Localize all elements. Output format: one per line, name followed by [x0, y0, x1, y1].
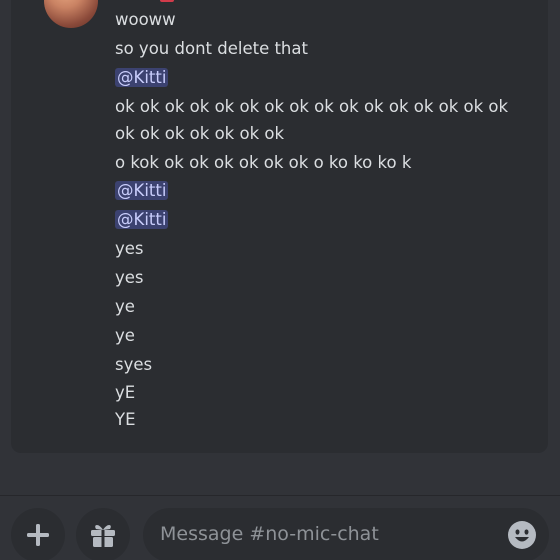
message-line: YE	[115, 409, 136, 431]
message-line: syes	[115, 354, 152, 376]
gift-button[interactable]	[76, 508, 130, 560]
message-line: yes	[115, 238, 144, 260]
gift-icon	[91, 525, 115, 547]
plus-icon	[27, 524, 49, 546]
message-group	[11, 0, 548, 453]
add-attachment-button[interactable]	[11, 508, 65, 560]
message-text: YE	[115, 410, 136, 429]
message-text: ok ok ok ok ok ok ok	[115, 124, 285, 143]
message-line: @Kitti	[115, 67, 169, 89]
message-line: yE	[115, 382, 135, 404]
username-fragment	[160, 0, 174, 2]
message-line: ye	[115, 296, 135, 318]
message-text: ok ok ok ok ok ok ok ok ok ok ok ok ok o…	[115, 97, 509, 116]
message-text: ye	[115, 297, 135, 316]
message-line: ok ok ok ok ok ok ok	[115, 123, 284, 145]
message-text: yE	[115, 383, 136, 402]
message-line: wooww	[115, 9, 176, 31]
message-line: @Kitti	[115, 180, 169, 202]
user-mention[interactable]: @Kitti	[115, 210, 169, 229]
message-line: ye	[115, 325, 135, 347]
message-line: @Kitti	[115, 209, 169, 231]
composer-divider	[0, 495, 560, 496]
message-text: o kok ok ok ok ok ok ok o ko ko ko k	[115, 153, 412, 172]
message-text: yes	[115, 239, 144, 258]
message-text: ye	[115, 326, 135, 345]
message-line: yes	[115, 267, 144, 289]
smiley-icon[interactable]	[507, 520, 537, 550]
message-input[interactable]: Message #no-mic-chat	[143, 508, 549, 560]
chat-screen: wooww so you dont delete that @Kitti ok …	[0, 0, 560, 560]
message-text: syes	[115, 355, 153, 374]
message-text: wooww	[115, 10, 176, 29]
message-line: o kok ok ok ok ok ok ok o ko ko ko k	[115, 152, 411, 174]
message-text: yes	[115, 268, 144, 287]
message-text: so you dont delete that	[115, 39, 308, 58]
message-line: ok ok ok ok ok ok ok ok ok ok ok ok ok o…	[115, 96, 508, 118]
message-line: so you dont delete that	[115, 38, 308, 60]
user-mention[interactable]: @Kitti	[115, 68, 169, 87]
message-input-placeholder: Message #no-mic-chat	[160, 523, 379, 545]
user-mention[interactable]: @Kitti	[115, 181, 169, 200]
